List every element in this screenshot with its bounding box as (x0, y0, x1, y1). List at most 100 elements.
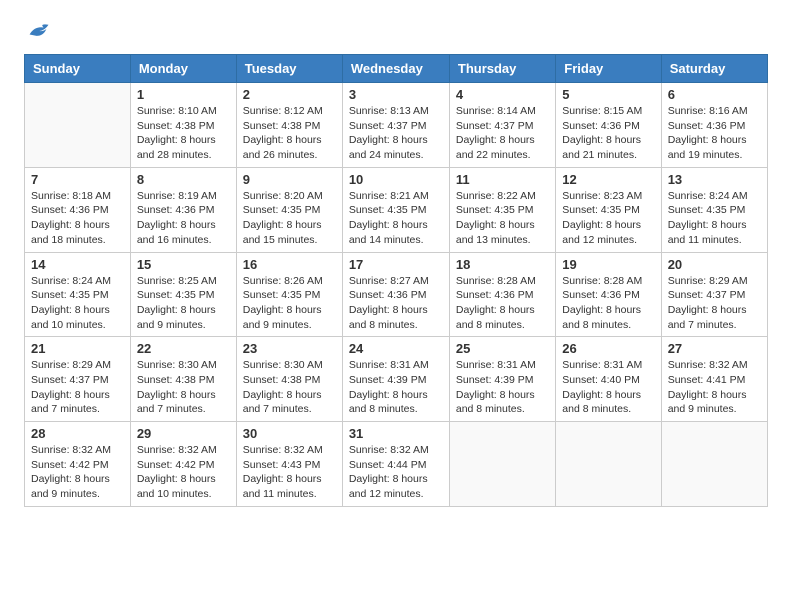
day-number: 26 (562, 341, 654, 356)
calendar-day-cell (25, 83, 131, 168)
calendar-week-row: 28 Sunrise: 8:32 AM Sunset: 4:42 PM Dayl… (25, 422, 768, 507)
day-info: Sunrise: 8:12 AM Sunset: 4:38 PM Dayligh… (243, 104, 336, 163)
day-info: Sunrise: 8:23 AM Sunset: 4:35 PM Dayligh… (562, 189, 654, 248)
day-number: 2 (243, 87, 336, 102)
calendar-day-cell: 20 Sunrise: 8:29 AM Sunset: 4:37 PM Dayl… (661, 252, 767, 337)
day-info: Sunrise: 8:22 AM Sunset: 4:35 PM Dayligh… (456, 189, 549, 248)
day-info: Sunrise: 8:24 AM Sunset: 4:35 PM Dayligh… (31, 274, 124, 333)
calendar-week-row: 7 Sunrise: 8:18 AM Sunset: 4:36 PM Dayli… (25, 167, 768, 252)
day-info: Sunrise: 8:15 AM Sunset: 4:36 PM Dayligh… (562, 104, 654, 163)
calendar-table: SundayMondayTuesdayWednesdayThursdayFrid… (24, 54, 768, 507)
calendar-day-cell: 16 Sunrise: 8:26 AM Sunset: 4:35 PM Dayl… (236, 252, 342, 337)
calendar-day-cell: 10 Sunrise: 8:21 AM Sunset: 4:35 PM Dayl… (342, 167, 449, 252)
day-number: 4 (456, 87, 549, 102)
day-number: 13 (668, 172, 761, 187)
calendar-day-cell: 31 Sunrise: 8:32 AM Sunset: 4:44 PM Dayl… (342, 422, 449, 507)
day-number: 1 (137, 87, 230, 102)
day-number: 20 (668, 257, 761, 272)
day-number: 23 (243, 341, 336, 356)
day-number: 19 (562, 257, 654, 272)
day-info: Sunrise: 8:13 AM Sunset: 4:37 PM Dayligh… (349, 104, 443, 163)
calendar-week-row: 14 Sunrise: 8:24 AM Sunset: 4:35 PM Dayl… (25, 252, 768, 337)
calendar-day-cell: 5 Sunrise: 8:15 AM Sunset: 4:36 PM Dayli… (556, 83, 661, 168)
day-number: 15 (137, 257, 230, 272)
day-info: Sunrise: 8:29 AM Sunset: 4:37 PM Dayligh… (668, 274, 761, 333)
day-number: 7 (31, 172, 124, 187)
day-of-week-header: Thursday (449, 55, 555, 83)
calendar-day-cell: 30 Sunrise: 8:32 AM Sunset: 4:43 PM Dayl… (236, 422, 342, 507)
calendar-day-cell (661, 422, 767, 507)
day-number: 14 (31, 257, 124, 272)
calendar-day-cell: 12 Sunrise: 8:23 AM Sunset: 4:35 PM Dayl… (556, 167, 661, 252)
calendar-day-cell: 11 Sunrise: 8:22 AM Sunset: 4:35 PM Dayl… (449, 167, 555, 252)
calendar-day-cell: 8 Sunrise: 8:19 AM Sunset: 4:36 PM Dayli… (130, 167, 236, 252)
day-of-week-header: Tuesday (236, 55, 342, 83)
day-number: 31 (349, 426, 443, 441)
day-info: Sunrise: 8:31 AM Sunset: 4:39 PM Dayligh… (349, 358, 443, 417)
day-number: 22 (137, 341, 230, 356)
day-number: 24 (349, 341, 443, 356)
day-number: 29 (137, 426, 230, 441)
day-of-week-header: Friday (556, 55, 661, 83)
calendar-day-cell: 24 Sunrise: 8:31 AM Sunset: 4:39 PM Dayl… (342, 337, 449, 422)
day-of-week-header: Monday (130, 55, 236, 83)
day-of-week-header: Sunday (25, 55, 131, 83)
day-number: 17 (349, 257, 443, 272)
day-info: Sunrise: 8:24 AM Sunset: 4:35 PM Dayligh… (668, 189, 761, 248)
day-info: Sunrise: 8:32 AM Sunset: 4:41 PM Dayligh… (668, 358, 761, 417)
day-info: Sunrise: 8:32 AM Sunset: 4:43 PM Dayligh… (243, 443, 336, 502)
calendar-day-cell: 25 Sunrise: 8:31 AM Sunset: 4:39 PM Dayl… (449, 337, 555, 422)
day-info: Sunrise: 8:31 AM Sunset: 4:40 PM Dayligh… (562, 358, 654, 417)
day-info: Sunrise: 8:20 AM Sunset: 4:35 PM Dayligh… (243, 189, 336, 248)
calendar-week-row: 1 Sunrise: 8:10 AM Sunset: 4:38 PM Dayli… (25, 83, 768, 168)
day-number: 28 (31, 426, 124, 441)
day-number: 12 (562, 172, 654, 187)
day-info: Sunrise: 8:30 AM Sunset: 4:38 PM Dayligh… (243, 358, 336, 417)
calendar-day-cell: 19 Sunrise: 8:28 AM Sunset: 4:36 PM Dayl… (556, 252, 661, 337)
calendar-day-cell: 21 Sunrise: 8:29 AM Sunset: 4:37 PM Dayl… (25, 337, 131, 422)
day-number: 21 (31, 341, 124, 356)
day-number: 11 (456, 172, 549, 187)
day-number: 18 (456, 257, 549, 272)
logo-bird-icon (24, 20, 52, 42)
day-number: 30 (243, 426, 336, 441)
calendar-day-cell: 14 Sunrise: 8:24 AM Sunset: 4:35 PM Dayl… (25, 252, 131, 337)
day-info: Sunrise: 8:18 AM Sunset: 4:36 PM Dayligh… (31, 189, 124, 248)
day-info: Sunrise: 8:16 AM Sunset: 4:36 PM Dayligh… (668, 104, 761, 163)
day-info: Sunrise: 8:32 AM Sunset: 4:44 PM Dayligh… (349, 443, 443, 502)
calendar-day-cell: 9 Sunrise: 8:20 AM Sunset: 4:35 PM Dayli… (236, 167, 342, 252)
calendar-day-cell: 1 Sunrise: 8:10 AM Sunset: 4:38 PM Dayli… (130, 83, 236, 168)
day-of-week-header: Wednesday (342, 55, 449, 83)
calendar-day-cell: 6 Sunrise: 8:16 AM Sunset: 4:36 PM Dayli… (661, 83, 767, 168)
calendar-day-cell: 22 Sunrise: 8:30 AM Sunset: 4:38 PM Dayl… (130, 337, 236, 422)
calendar-day-cell: 13 Sunrise: 8:24 AM Sunset: 4:35 PM Dayl… (661, 167, 767, 252)
day-info: Sunrise: 8:21 AM Sunset: 4:35 PM Dayligh… (349, 189, 443, 248)
day-number: 25 (456, 341, 549, 356)
header (24, 20, 768, 42)
calendar-day-cell: 2 Sunrise: 8:12 AM Sunset: 4:38 PM Dayli… (236, 83, 342, 168)
day-number: 27 (668, 341, 761, 356)
day-info: Sunrise: 8:32 AM Sunset: 4:42 PM Dayligh… (137, 443, 230, 502)
day-number: 3 (349, 87, 443, 102)
day-info: Sunrise: 8:31 AM Sunset: 4:39 PM Dayligh… (456, 358, 549, 417)
calendar-day-cell: 4 Sunrise: 8:14 AM Sunset: 4:37 PM Dayli… (449, 83, 555, 168)
calendar-day-cell: 17 Sunrise: 8:27 AM Sunset: 4:36 PM Dayl… (342, 252, 449, 337)
day-of-week-header: Saturday (661, 55, 767, 83)
day-info: Sunrise: 8:26 AM Sunset: 4:35 PM Dayligh… (243, 274, 336, 333)
day-number: 10 (349, 172, 443, 187)
calendar-day-cell: 7 Sunrise: 8:18 AM Sunset: 4:36 PM Dayli… (25, 167, 131, 252)
day-number: 16 (243, 257, 336, 272)
calendar-day-cell: 15 Sunrise: 8:25 AM Sunset: 4:35 PM Dayl… (130, 252, 236, 337)
calendar-day-cell: 29 Sunrise: 8:32 AM Sunset: 4:42 PM Dayl… (130, 422, 236, 507)
calendar-day-cell: 23 Sunrise: 8:30 AM Sunset: 4:38 PM Dayl… (236, 337, 342, 422)
calendar-day-cell: 27 Sunrise: 8:32 AM Sunset: 4:41 PM Dayl… (661, 337, 767, 422)
calendar-week-row: 21 Sunrise: 8:29 AM Sunset: 4:37 PM Dayl… (25, 337, 768, 422)
day-info: Sunrise: 8:19 AM Sunset: 4:36 PM Dayligh… (137, 189, 230, 248)
calendar-header-row: SundayMondayTuesdayWednesdayThursdayFrid… (25, 55, 768, 83)
day-number: 9 (243, 172, 336, 187)
day-number: 6 (668, 87, 761, 102)
calendar-day-cell (556, 422, 661, 507)
day-info: Sunrise: 8:30 AM Sunset: 4:38 PM Dayligh… (137, 358, 230, 417)
day-info: Sunrise: 8:29 AM Sunset: 4:37 PM Dayligh… (31, 358, 124, 417)
day-number: 5 (562, 87, 654, 102)
